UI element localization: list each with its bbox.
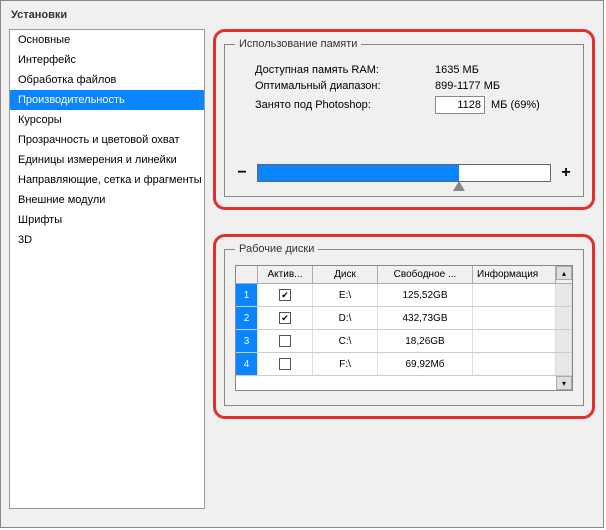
row-free: 432,73GB — [378, 307, 473, 329]
main-panel: Использование памяти Доступная память RA… — [213, 29, 595, 509]
content-area: Основные Интерфейс Обработка файлов Прои… — [1, 29, 603, 517]
table-row[interactable]: 1 ✔ E:\125,52GB — [236, 284, 572, 307]
col-disk-header[interactable]: Диск — [313, 266, 378, 283]
scroll-track — [556, 307, 572, 329]
sidebar-item-cursors[interactable]: Курсоры — [10, 110, 204, 130]
row-disk: E:\ — [313, 284, 378, 306]
row-active-cell[interactable] — [258, 353, 313, 375]
table-header: Актив... Диск Свободное ... Информация ▴ — [236, 266, 572, 284]
row-disk: F:\ — [313, 353, 378, 375]
sidebar-item-3d[interactable]: 3D — [10, 230, 204, 250]
table-row[interactable]: 3 C:\18,26GB — [236, 330, 572, 353]
row-active-cell[interactable]: ✔ — [258, 307, 313, 329]
category-sidebar: Основные Интерфейс Обработка файлов Прои… — [9, 29, 205, 509]
sidebar-item-type[interactable]: Шрифты — [10, 210, 204, 230]
table-row[interactable]: 4 F:\69,92Мб — [236, 353, 572, 376]
disks-highlight: Рабочие диски Актив... Диск Свободное ..… — [213, 234, 595, 419]
sidebar-item-transparency[interactable]: Прозрачность и цветовой охват — [10, 130, 204, 150]
preferences-window: Установки Основные Интерфейс Обработка ф… — [0, 0, 604, 528]
row-active-cell[interactable]: ✔ — [258, 284, 313, 306]
scroll-down-icon[interactable]: ▾ — [556, 376, 572, 390]
memory-used-row: Занято под Photoshop: МБ (69%) — [255, 96, 573, 114]
slider-fill — [258, 165, 459, 181]
available-label: Доступная память RAM: — [255, 64, 435, 76]
minus-icon[interactable]: − — [235, 164, 249, 182]
scroll-track — [556, 284, 572, 306]
sidebar-item-general[interactable]: Основные — [10, 30, 204, 50]
optimal-value: 899-1177 МБ — [435, 80, 500, 92]
checkbox-icon[interactable] — [279, 335, 291, 347]
sidebar-item-file-handling[interactable]: Обработка файлов — [10, 70, 204, 90]
sidebar-item-guides[interactable]: Направляющие, сетка и фрагменты — [10, 170, 204, 190]
sidebar-item-performance[interactable]: Производительность — [10, 90, 204, 110]
row-info — [473, 284, 556, 306]
row-info — [473, 353, 556, 375]
sidebar-item-units[interactable]: Единицы измерения и линейки — [10, 150, 204, 170]
checkbox-icon[interactable]: ✔ — [279, 289, 291, 301]
memory-legend: Использование памяти — [235, 38, 361, 50]
memory-slider[interactable] — [257, 164, 551, 182]
memory-slider-row: − + — [235, 164, 573, 182]
slider-thumb-icon[interactable] — [453, 181, 465, 191]
row-num: 2 — [236, 307, 258, 329]
col-free-header[interactable]: Свободное ... — [378, 266, 473, 283]
row-info — [473, 330, 556, 352]
col-num-header — [236, 266, 258, 283]
table-body: 1 ✔ E:\125,52GB 2 ✔ D:\432,73GB 3 C:\18,26GB 4 F:… — [236, 284, 572, 376]
used-input[interactable] — [435, 96, 485, 114]
row-num: 3 — [236, 330, 258, 352]
disks-legend: Рабочие диски — [235, 243, 318, 255]
row-disk: C:\ — [313, 330, 378, 352]
memory-fieldset: Использование памяти Доступная память RA… — [224, 38, 584, 197]
plus-icon[interactable]: + — [559, 164, 573, 182]
memory-optimal-row: Оптимальный диапазон: 899-1177 МБ — [255, 80, 573, 92]
row-free: 18,26GB — [378, 330, 473, 352]
checkbox-icon[interactable]: ✔ — [279, 312, 291, 324]
sidebar-item-plugins[interactable]: Внешние модули — [10, 190, 204, 210]
disks-fieldset: Рабочие диски Актив... Диск Свободное ..… — [224, 243, 584, 406]
row-info — [473, 307, 556, 329]
memory-highlight: Использование памяти Доступная память RA… — [213, 29, 595, 210]
optimal-label: Оптимальный диапазон: — [255, 80, 435, 92]
col-info-header[interactable]: Информация — [473, 266, 556, 283]
window-title: Установки — [1, 1, 603, 29]
row-free: 69,92Мб — [378, 353, 473, 375]
scroll-track — [556, 353, 572, 375]
row-num: 4 — [236, 353, 258, 375]
row-num: 1 — [236, 284, 258, 306]
disks-table: Актив... Диск Свободное ... Информация ▴… — [235, 265, 573, 391]
memory-available-row: Доступная память RAM: 1635 МБ — [255, 64, 573, 76]
used-suffix: МБ (69%) — [491, 99, 540, 111]
available-value: 1635 МБ — [435, 64, 479, 76]
sidebar-item-interface[interactable]: Интерфейс — [10, 50, 204, 70]
checkbox-icon[interactable] — [279, 358, 291, 370]
scroll-track — [556, 330, 572, 352]
col-active-header[interactable]: Актив... — [258, 266, 313, 283]
table-row[interactable]: 2 ✔ D:\432,73GB — [236, 307, 572, 330]
row-active-cell[interactable] — [258, 330, 313, 352]
used-label: Занято под Photoshop: — [255, 99, 435, 111]
row-free: 125,52GB — [378, 284, 473, 306]
scroll-up-icon[interactable]: ▴ — [556, 266, 572, 280]
row-disk: D:\ — [313, 307, 378, 329]
